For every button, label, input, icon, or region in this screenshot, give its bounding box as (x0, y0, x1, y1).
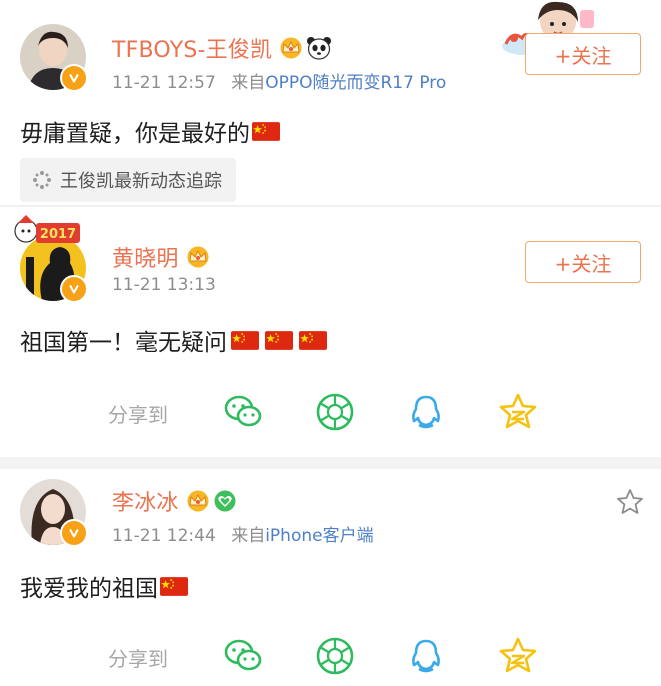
post-content: 祖国第一！毫无疑问 (20, 323, 327, 357)
post-content: 毋庸置疑，你是最好的 (20, 114, 280, 148)
crown-icon (185, 490, 211, 512)
verified-v-icon (60, 519, 88, 547)
post-time: 11-21 12:44 (112, 526, 216, 546)
moments-icon[interactable] (314, 391, 356, 433)
avatar[interactable]: 2017 (14, 215, 88, 303)
china-flag-icon (299, 331, 327, 350)
moments-icon[interactable] (314, 635, 356, 677)
panda-icon (307, 37, 332, 60)
source-device-link[interactable]: iPhone客户端 (265, 526, 373, 546)
wechat-icon[interactable] (222, 391, 264, 433)
china-flag-icon (252, 122, 280, 141)
share-row: 分享到 (0, 387, 661, 437)
post-meta: 11-21 12:57 来自OPPO随光而变R17 Pro (112, 68, 446, 93)
avatar[interactable] (20, 24, 88, 92)
follow-button[interactable]: +关注 (525, 241, 641, 283)
star-outline-icon[interactable] (615, 487, 645, 517)
post-time: 11-21 12:57 (112, 73, 216, 93)
user-name[interactable]: TFBOYS-王俊凯 (112, 32, 332, 64)
topic-sparkle-icon (33, 171, 51, 189)
follow-button[interactable]: +关注 (525, 33, 641, 75)
crown-icon (278, 37, 304, 59)
post-card: 李冰冰 11-21 12:44 来自iPhone客户端 我爱我的祖国 分享到 (0, 469, 661, 686)
china-flag-icon (231, 331, 259, 350)
post-content: 我爱我的祖国 (20, 569, 188, 603)
post-card: 2017 黄晓明 11-21 13:13 +关注 祖国第一！毫无疑问 分享到 (0, 207, 661, 457)
topic-label: 王俊凯最新动态追踪 (60, 171, 222, 192)
post-card: TFBOYS-王俊凯 11-21 12:57 来自OPPO随光而变R17 Pro… (0, 0, 661, 215)
divider (0, 457, 661, 469)
crown-icon (185, 246, 211, 268)
user-name[interactable]: 李冰冰 (112, 485, 237, 517)
green-heart-badge-icon (214, 490, 236, 512)
verified-v-icon (60, 64, 88, 92)
qq-icon[interactable] (405, 391, 447, 433)
source-device-link[interactable]: OPPO随光而变R17 Pro (265, 73, 446, 93)
post-meta: 11-21 12:44 来自iPhone客户端 (112, 521, 374, 546)
verified-v-icon (60, 275, 88, 303)
source-prefix: 来自 (231, 526, 266, 546)
share-label: 分享到 (108, 403, 168, 427)
qzone-star-icon[interactable] (497, 391, 539, 433)
share-row: 分享到 (0, 631, 661, 681)
post-meta: 11-21 13:13 (112, 275, 216, 295)
banner-year: 2017 (40, 227, 76, 242)
post-time: 11-21 13:13 (112, 275, 216, 295)
qzone-star-icon[interactable] (497, 635, 539, 677)
topic-tag[interactable]: 王俊凯最新动态追踪 (20, 158, 236, 202)
china-flag-icon (265, 331, 293, 350)
avatar[interactable] (20, 479, 88, 547)
banner-2017-icon: 2017 (14, 215, 80, 243)
qq-icon[interactable] (405, 635, 447, 677)
wechat-icon[interactable] (222, 635, 264, 677)
china-flag-icon (160, 577, 188, 596)
user-name[interactable]: 黄晓明 (112, 241, 211, 273)
source-prefix: 来自 (231, 73, 266, 93)
share-label: 分享到 (108, 647, 168, 671)
